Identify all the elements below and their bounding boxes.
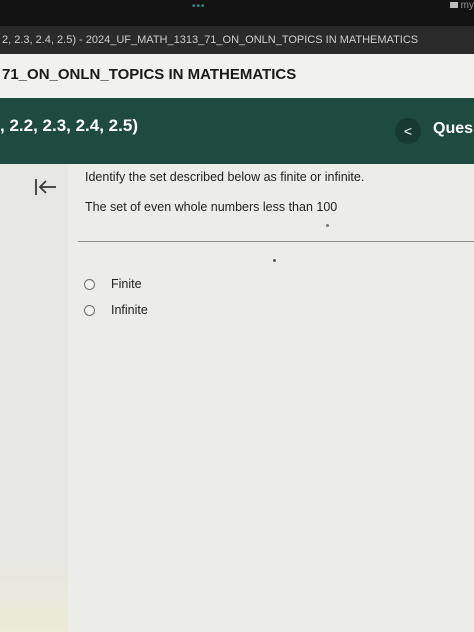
browser-tab-bar[interactable]: 2, 2.3, 2.4, 2.5) - 2024_UF_MATH_1313_71… <box>0 26 474 54</box>
collapse-left-icon[interactable] <box>32 176 60 198</box>
decorative-dot <box>326 224 329 227</box>
corner-text: my <box>460 0 474 11</box>
radio-infinite[interactable] <box>84 304 95 316</box>
option-infinite[interactable]: Infinite <box>84 301 148 319</box>
question-text: The set of even whole numbers less than … <box>85 200 338 214</box>
assignment-header: , 2.2, 2.3, 2.4, 2.5) < Ques <box>0 98 474 164</box>
question-tab[interactable]: Ques <box>433 120 473 138</box>
tab-title[interactable]: 2, 2.3, 2.4, 2.5) - 2024_UF_MATH_1313_71… <box>0 34 418 46</box>
more-dots-icon[interactable]: ••• <box>192 1 206 12</box>
question-prompt: Identify the set described below as fini… <box>85 170 365 184</box>
previous-question-button[interactable]: < <box>395 118 421 144</box>
course-title: 71_ON_ONLN_TOPICS IN MATHEMATICS <box>0 54 474 98</box>
left-rail-bottom <box>0 560 68 632</box>
corner-indicator: my <box>448 0 474 11</box>
assignment-sections: , 2.2, 2.3, 2.4, 2.5) <box>0 116 138 135</box>
radio-finite[interactable] <box>84 278 95 290</box>
battery-icon <box>449 2 458 9</box>
option-label: Infinite <box>111 303 148 317</box>
option-finite[interactable]: Finite <box>84 275 142 293</box>
question-divider <box>78 241 474 242</box>
decorative-dot <box>273 259 276 262</box>
device-top-bar: ••• my <box>0 0 474 26</box>
question-panel <box>0 164 474 632</box>
option-label: Finite <box>111 277 142 291</box>
